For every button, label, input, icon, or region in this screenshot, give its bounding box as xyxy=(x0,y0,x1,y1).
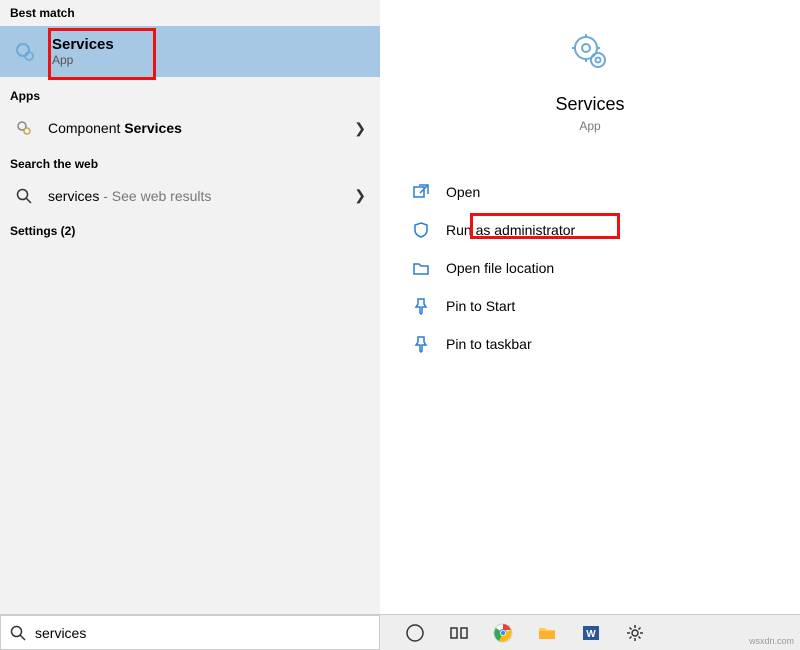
app-subtitle: App xyxy=(579,119,600,133)
folder-icon xyxy=(410,257,432,279)
open-icon xyxy=(410,181,432,203)
chrome-icon[interactable] xyxy=(492,622,514,644)
best-match-header: Best match xyxy=(0,0,380,26)
settings-gear-icon[interactable] xyxy=(624,622,646,644)
cortana-icon[interactable] xyxy=(404,622,426,644)
word-icon[interactable]: W xyxy=(580,622,602,644)
search-icon xyxy=(1,625,35,641)
best-match-result[interactable]: Services App xyxy=(0,26,380,77)
search-input[interactable] xyxy=(35,625,379,641)
open-file-location-label: Open file location xyxy=(446,260,554,276)
search-web-header: Search the web xyxy=(0,151,380,177)
pin-to-taskbar-label: Pin to taskbar xyxy=(446,336,532,352)
svg-text:W: W xyxy=(586,629,596,640)
chevron-right-icon: ❯ xyxy=(354,120,366,137)
best-match-title: Services xyxy=(52,36,114,53)
best-match-subtitle: App xyxy=(52,53,114,67)
watermark: wsxdn.com xyxy=(749,636,794,646)
pin-to-start-action[interactable]: Pin to Start xyxy=(410,287,800,325)
app-title: Services xyxy=(555,94,624,115)
component-services-icon xyxy=(12,119,36,137)
chevron-right-icon: ❯ xyxy=(354,187,366,204)
shield-icon xyxy=(410,219,432,241)
taskbar: W xyxy=(0,614,800,650)
services-gear-icon xyxy=(12,39,38,65)
apps-header: Apps xyxy=(0,83,380,109)
file-explorer-icon[interactable] xyxy=(536,622,558,644)
services-gear-icon xyxy=(566,28,614,76)
open-label: Open xyxy=(446,184,480,200)
web-search-label: services - See web results xyxy=(48,188,354,204)
taskbar-search[interactable] xyxy=(0,615,380,650)
pin-icon xyxy=(410,333,432,355)
run-as-admin-action[interactable]: Run as administrator xyxy=(410,211,800,249)
component-services-label: Component Services xyxy=(48,120,354,136)
actions-list: Open Run as administrator Open file loca… xyxy=(380,173,800,363)
open-file-location-action[interactable]: Open file location xyxy=(410,249,800,287)
search-results-panel: Best match Services App Apps Component S… xyxy=(0,0,380,614)
settings-header: Settings (2) xyxy=(0,218,380,244)
run-as-admin-label: Run as administrator xyxy=(446,222,575,238)
pin-to-taskbar-action[interactable]: Pin to taskbar xyxy=(410,325,800,363)
details-panel: Services App Open Run as administrator xyxy=(380,0,800,614)
search-icon xyxy=(12,188,36,204)
pin-icon xyxy=(410,295,432,317)
web-search-result[interactable]: services - See web results ❯ xyxy=(0,177,380,214)
component-services-result[interactable]: Component Services ❯ xyxy=(0,109,380,147)
task-view-icon[interactable] xyxy=(448,622,470,644)
pin-to-start-label: Pin to Start xyxy=(446,298,515,314)
open-action[interactable]: Open xyxy=(410,173,800,211)
